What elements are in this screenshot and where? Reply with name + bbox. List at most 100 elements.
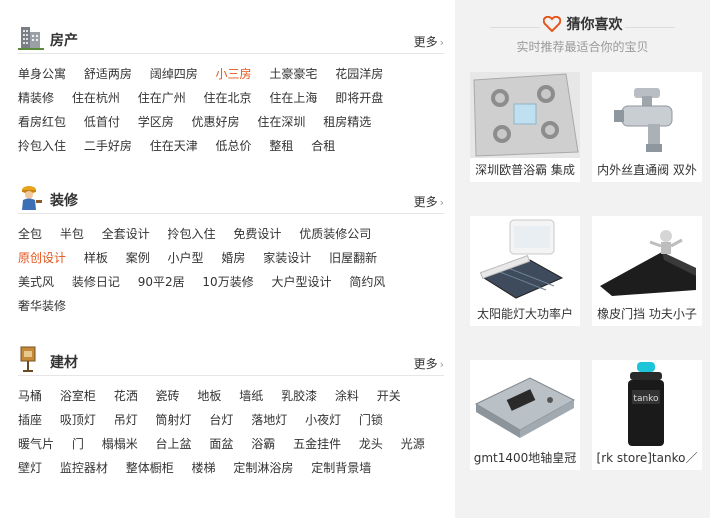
category-link[interactable]: 精装修 [18, 91, 54, 105]
category-link[interactable]: 全套设计 [102, 227, 150, 241]
category-link[interactable]: 小夜灯 [305, 413, 341, 427]
divider [490, 27, 540, 28]
category-link[interactable]: 整租 [269, 139, 293, 153]
category-link[interactable]: 面盆 [209, 437, 233, 451]
category-link[interactable]: 土豪豪宅 [269, 67, 317, 81]
category-link[interactable]: 免费设计 [233, 227, 281, 241]
product-card[interactable]: gmt1400地轴皇冠 [470, 360, 580, 470]
category-link[interactable]: 优质装修公司 [299, 227, 371, 241]
building-icon [18, 27, 44, 50]
category-link[interactable]: 瓷砖 [156, 389, 180, 403]
category-link[interactable]: 住在杭州 [72, 91, 120, 105]
category-link[interactable]: 五金挂件 [293, 437, 341, 451]
category-link[interactable]: 花洒 [114, 389, 138, 403]
category-link[interactable]: 低首付 [84, 115, 120, 129]
category-link[interactable]: 住在广州 [138, 91, 186, 105]
product-card[interactable]: 内外丝直通阀 双外 [592, 72, 702, 182]
category-link[interactable]: 地板 [197, 389, 221, 403]
category-link[interactable]: 租房精选 [323, 115, 371, 129]
category-link[interactable]: 定制背景墙 [311, 461, 371, 475]
category-link[interactable]: 美式风 [18, 275, 54, 289]
category-link[interactable]: 筒射灯 [156, 413, 192, 427]
category-link[interactable]: 光源 [401, 437, 425, 451]
category-link[interactable]: 阔绰四房 [150, 67, 198, 81]
category-link[interactable]: 装修日记 [72, 275, 120, 289]
section-building-materials: 建材 更多 › 马桶 浴室柜 花洒 瓷砖 地板 墙纸 乳胶漆 涂料 开关 插座 吸… [18, 346, 444, 480]
more-link[interactable]: 更多 › [414, 33, 444, 50]
product-caption: [rk store]tanko／ [592, 446, 702, 470]
section-header: 房产 更多 › [18, 26, 444, 54]
section-real-estate: 房产 更多 › 单身公寓 舒适两房 阔绰四房 小三房 土豪豪宅 花园洋房 精装修 … [18, 26, 444, 158]
category-link[interactable]: 整体橱柜 [126, 461, 174, 475]
category-link[interactable]: 婚房 [221, 251, 245, 265]
category-link[interactable]: 监控器材 [60, 461, 108, 475]
category-link[interactable]: 案例 [126, 251, 150, 265]
category-link[interactable]: 样板 [84, 251, 108, 265]
category-link[interactable]: 全包 [18, 227, 42, 241]
category-link[interactable]: 乳胶漆 [281, 389, 317, 403]
product-card[interactable]: 深圳欧普浴霸 集成 [470, 72, 580, 182]
category-link[interactable]: 住在北京 [204, 91, 252, 105]
bath-heater-icon [470, 72, 580, 158]
category-link[interactable]: 吸顶灯 [60, 413, 96, 427]
product-card[interactable]: 橡皮门挡 功夫小子 [592, 216, 702, 326]
section-title: 房产 [50, 33, 78, 49]
category-link[interactable]: 榻榻米 [102, 437, 138, 451]
signpost-icon [20, 346, 36, 372]
product-caption: gmt1400地轴皇冠 [470, 446, 580, 470]
category-link[interactable]: 楼梯 [192, 461, 216, 475]
category-link[interactable]: 台灯 [209, 413, 233, 427]
category-link[interactable]: 落地灯 [251, 413, 287, 427]
more-link[interactable]: 更多 › [414, 193, 444, 210]
spray-can-icon: tanko [592, 360, 702, 446]
category-link[interactable]: 住在天津 [150, 139, 198, 153]
category-link[interactable]: 优惠好房 [192, 115, 240, 129]
category-link[interactable]: 浴霸 [251, 437, 275, 451]
category-link[interactable]: 吊灯 [114, 413, 138, 427]
category-link[interactable]: 门 [72, 437, 84, 451]
category-link[interactable]: 台上盆 [156, 437, 192, 451]
svg-text:tanko: tanko [633, 394, 659, 404]
category-link[interactable]: 开关 [377, 389, 401, 403]
category-link[interactable]: 门锁 [359, 413, 383, 427]
category-link[interactable]: 暖气片 [18, 437, 54, 451]
category-link[interactable]: 半包 [60, 227, 84, 241]
product-caption: 深圳欧普浴霸 集成 [470, 158, 580, 182]
category-link[interactable]: 舒适两房 [84, 67, 132, 81]
category-link[interactable]: 住在深圳 [257, 115, 305, 129]
category-link[interactable]: 涂料 [335, 389, 359, 403]
category-link[interactable]: 单身公寓 [18, 67, 66, 81]
category-link[interactable]: 小三房 [216, 67, 252, 81]
category-link[interactable]: 小户型 [168, 251, 204, 265]
category-link[interactable]: 即将开盘 [335, 91, 383, 105]
category-link[interactable]: 住在上海 [269, 91, 317, 105]
category-link[interactable]: 定制淋浴房 [233, 461, 293, 475]
heart-icon [542, 16, 561, 32]
category-link[interactable]: 墙纸 [239, 389, 263, 403]
category-link[interactable]: 二手好房 [84, 139, 132, 153]
category-link[interactable]: 龙头 [359, 437, 383, 451]
more-link[interactable]: 更多 › [414, 355, 444, 372]
category-link[interactable]: 看房红包 [18, 115, 66, 129]
category-link[interactable]: 奢华装修 [18, 299, 66, 313]
category-link[interactable]: 壁灯 [18, 461, 42, 475]
category-link[interactable]: 拎包入住 [168, 227, 216, 241]
category-link[interactable]: 大户型设计 [272, 275, 332, 289]
category-link[interactable]: 简约风 [349, 275, 385, 289]
valve-icon [592, 72, 702, 158]
category-link[interactable]: 马桶 [18, 389, 42, 403]
category-link[interactable]: 家装设计 [263, 251, 311, 265]
category-link[interactable]: 拎包入住 [18, 139, 66, 153]
product-card[interactable]: 太阳能灯大功率户 [470, 216, 580, 326]
category-link[interactable]: 插座 [18, 413, 42, 427]
category-link[interactable]: 90平2居 [138, 275, 185, 289]
category-link[interactable]: 原创设计 [18, 251, 66, 265]
category-link[interactable]: 10万装修 [202, 275, 253, 289]
category-link[interactable]: 花园洋房 [335, 67, 383, 81]
category-link[interactable]: 学区房 [138, 115, 174, 129]
category-link[interactable]: 浴室柜 [60, 389, 96, 403]
category-link[interactable]: 合租 [311, 139, 335, 153]
category-link[interactable]: 旧屋翻新 [329, 251, 377, 265]
product-card[interactable]: tanko [rk store]tanko／ [592, 360, 702, 470]
category-link[interactable]: 低总价 [216, 139, 252, 153]
